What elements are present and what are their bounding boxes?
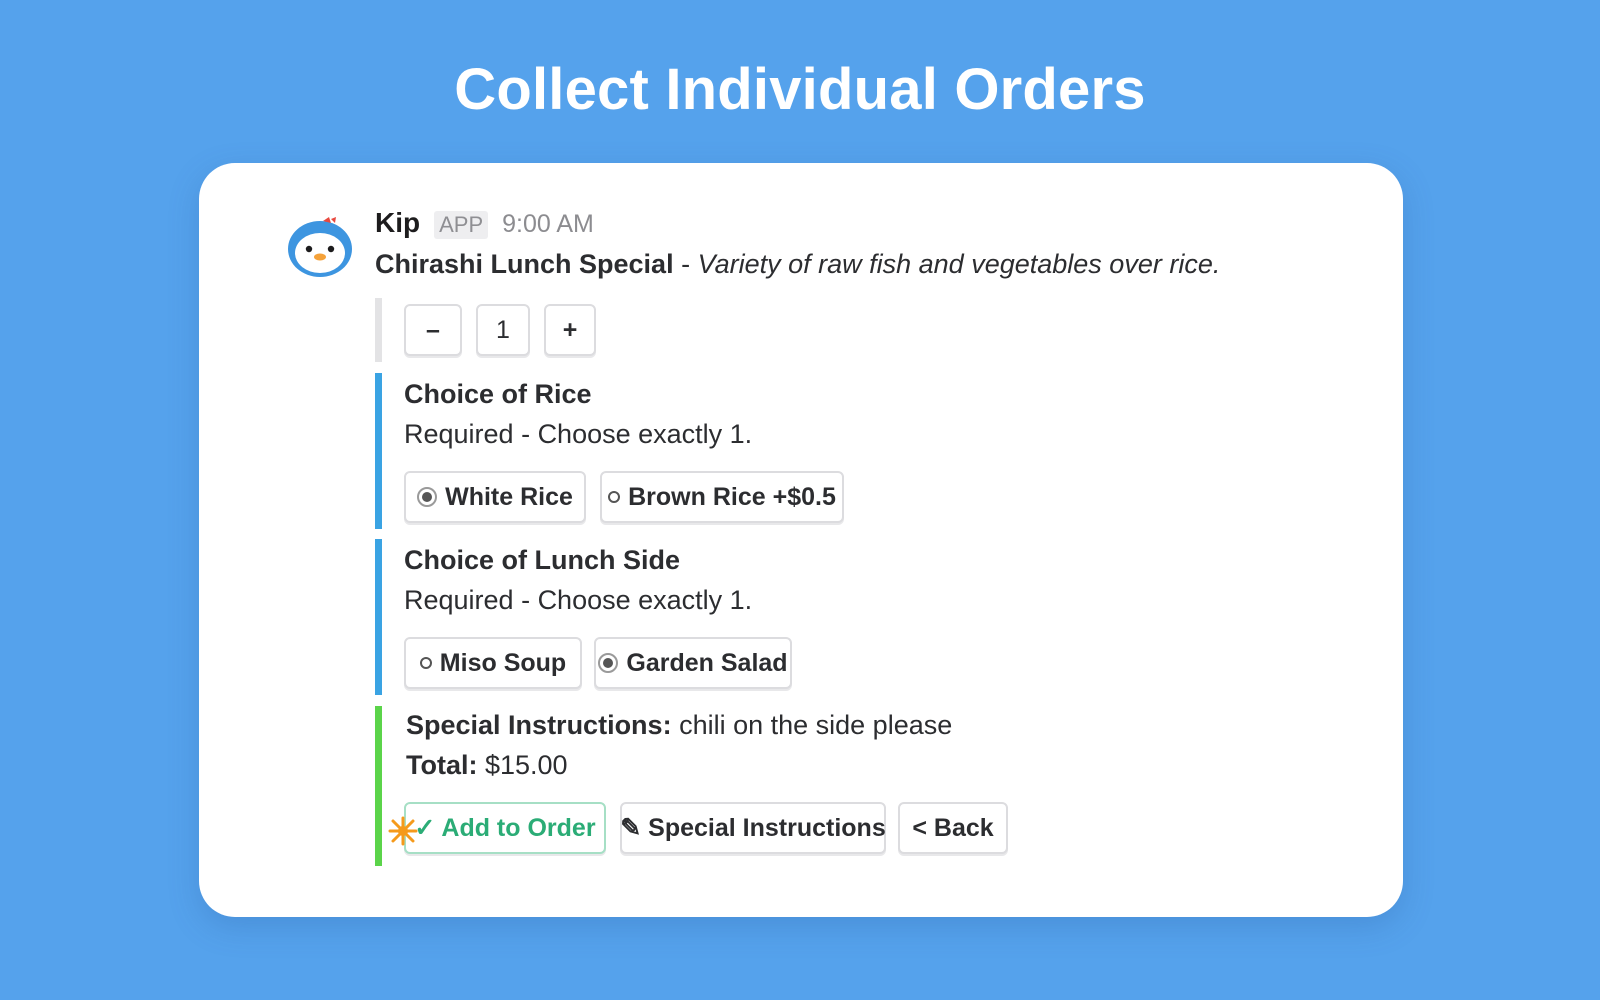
- white-rice-option[interactable]: White Rice: [404, 471, 586, 523]
- radio-selected-icon: [417, 487, 438, 507]
- message-timestamp[interactable]: 9:00 AM: [502, 210, 594, 239]
- add-to-order-button[interactable]: ✓ Add to Order: [388, 802, 606, 854]
- sparkle-icon: [388, 816, 418, 846]
- radio-unselected-icon: [419, 657, 432, 669]
- rice-choice-attachment: Choice of Rice Required - Choose exactly…: [375, 373, 1275, 529]
- quantity-value: 1: [476, 304, 530, 356]
- total-line: Total: $15.00: [406, 750, 568, 781]
- add-to-order-label: ✓ Add to Order: [414, 814, 596, 842]
- instructions-label: Special Instructions:: [406, 710, 672, 740]
- radio-selected-icon: [598, 653, 619, 673]
- rice-title: Choice of Rice: [404, 379, 592, 409]
- total-label: Total:: [406, 750, 478, 780]
- garden-salad-option[interactable]: Garden Salad: [594, 637, 792, 689]
- radio-unselected-icon: [608, 491, 621, 503]
- option-label: Brown Rice +$0.5: [628, 482, 836, 511]
- item-name: Chirashi Lunch Special: [375, 249, 674, 279]
- increment-button[interactable]: +: [544, 304, 596, 356]
- message-header: Kip APP 9:00 AM Chirashi Lunch Special -…: [375, 207, 1363, 280]
- brown-rice-option[interactable]: Brown Rice +$0.5: [600, 471, 844, 523]
- sender-name[interactable]: Kip: [375, 207, 420, 239]
- kip-penguin-avatar[interactable]: [287, 213, 353, 279]
- side-title: Choice of Lunch Side: [404, 545, 681, 575]
- side-choice-attachment: Choice of Lunch Side Required - Choose e…: [375, 539, 1275, 695]
- item-description: Variety of raw fish and vegetables over …: [697, 249, 1221, 279]
- option-label: Garden Salad: [626, 648, 788, 677]
- order-summary-attachment: Special Instructions: chili on the side …: [375, 706, 1275, 866]
- special-instructions-line: Special Instructions: chili on the side …: [406, 710, 952, 741]
- rice-subtitle: Required - Choose exactly 1.: [404, 419, 753, 449]
- page-headline: Collect Individual Orders: [454, 57, 1146, 122]
- miso-soup-option[interactable]: Miso Soup: [404, 637, 582, 689]
- total-value: $15.00: [477, 750, 568, 780]
- app-badge: APP: [434, 211, 489, 239]
- special-instructions-button[interactable]: ✎ Special Instructions: [620, 802, 886, 854]
- back-button[interactable]: < Back: [898, 802, 1008, 854]
- message-text: Chirashi Lunch Special - Variety of raw …: [375, 249, 1363, 280]
- quantity-attachment: – 1 +: [375, 298, 1275, 362]
- item-separator: -: [673, 249, 698, 279]
- decrement-button[interactable]: –: [404, 304, 462, 356]
- instructions-value: chili on the side please: [671, 710, 953, 740]
- option-label: Miso Soup: [439, 648, 567, 677]
- option-label: White Rice: [445, 482, 573, 511]
- side-subtitle: Required - Choose exactly 1.: [404, 585, 753, 615]
- message-card: Kip APP 9:00 AM Chirashi Lunch Special -…: [199, 163, 1403, 917]
